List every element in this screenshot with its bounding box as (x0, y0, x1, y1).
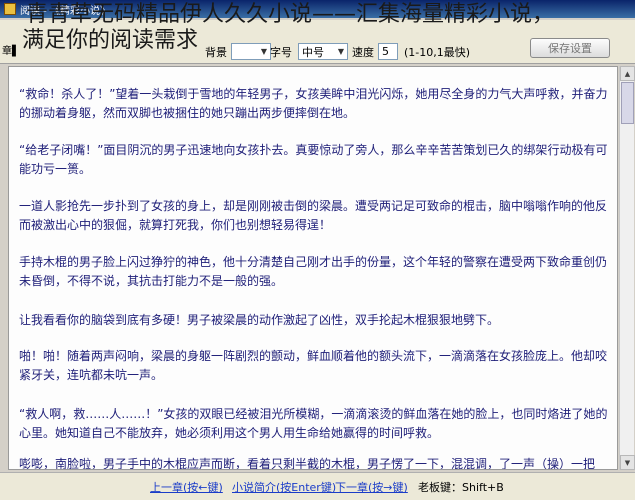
overlay-title: 青青草无码精品伊人久久小说——汇集海量精彩小说， 满足你的阅读需求 (22, 2, 635, 53)
triangle-down-icon: ▼ (624, 458, 631, 467)
overlay-title-line-1: 青青草无码精品伊人久久小说——汇集海量精彩小说， (26, 2, 555, 27)
reading-pane[interactable]: “救命！杀人了！”望着一头栽倒于雪地的年轻男子，女孩美眸中泪光闪烁，她用尽全身的… (8, 66, 618, 470)
scroll-up-button[interactable]: ▲ (620, 66, 635, 81)
paragraph: 嘭嘭，南脸啦，男子手中的木棍应声而断，看着只剩半截的木棍，男子愣了一下，混混调，… (19, 457, 596, 470)
paragraph: 让我看看你的脑袋到底有多硬！男子被梁晨的动作激起了凶性，双手抡起木棍狠狠地劈下。 (19, 313, 500, 327)
triangle-up-icon: ▲ (624, 69, 631, 78)
prev-chapter-link[interactable]: 上一章(按←键) (150, 479, 223, 495)
paragraph: 啪！啪！随着两声闷响，梁晨的身躯一阵剧烈的颤动，鲜血顺着他的额头流下，一滴滴落在… (19, 349, 608, 382)
chapter-menu[interactable]: 章▌ (2, 42, 20, 57)
boss-key-hint: 老板键：Shift+B (418, 481, 504, 494)
scroll-down-button[interactable]: ▼ (620, 455, 635, 470)
scroll-thumb[interactable] (621, 82, 634, 124)
overlay-title-line-2: 满足你的阅读需求 (22, 28, 199, 53)
paragraph: “救人啊，救……人……！”女孩的双眼已经被泪光所模糊，一滴滴滚烫的鲜血落在她的脸… (19, 407, 608, 440)
app-icon (4, 3, 16, 15)
novel-intro-link[interactable]: 小说简介(按Enter键) (232, 479, 336, 495)
paragraph: “救命！杀人了！”望着一头栽倒于雪地的年轻男子，女孩美眸中泪光闪烁，她用尽全身的… (19, 87, 608, 120)
statusbar: 上一章(按←键) 小说简介(按Enter键) 下一章(按→键) 老板键：Shif… (0, 472, 635, 500)
paragraph: “给老子闭嘴！”面目阴沉的男子迅速地向女孩扑去。真要惊动了旁人，那么辛辛苦苦策划… (19, 143, 608, 176)
paragraph: 手持木棍的男子脸上闪过狰狞的神色，他十分清楚自己刚才出手的份量，这个年轻的警察在… (19, 255, 608, 288)
vertical-scrollbar[interactable]: ▲ ▼ (619, 66, 635, 470)
paragraph: 一道人影抢先一步扑到了女孩的身上，却是刚刚被击倒的梁晨。遭受两记足可致命的棍击，… (19, 199, 608, 232)
next-chapter-link[interactable]: 下一章(按→键) (335, 479, 408, 495)
